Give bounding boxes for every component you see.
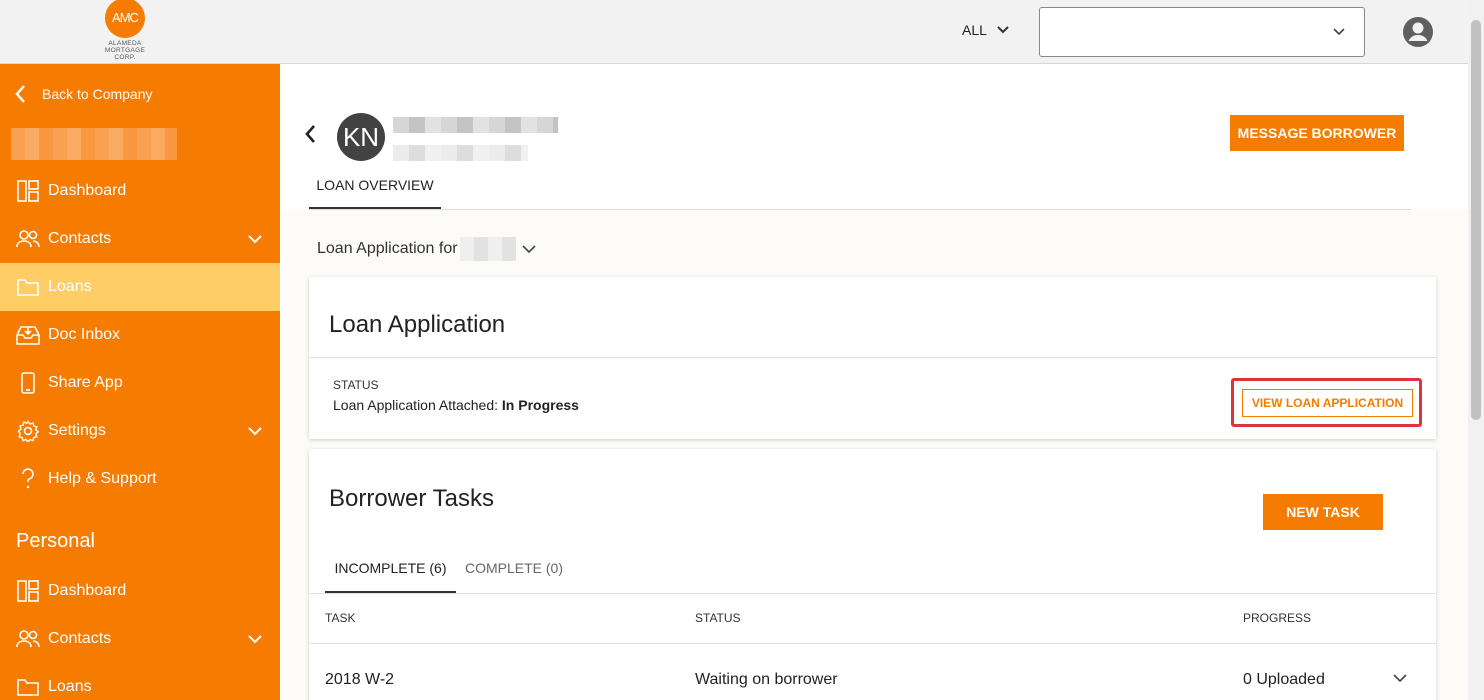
redacted-applicant-name — [459, 237, 516, 261]
company-logo[interactable]: AMC ALAMEDA MORTGAGE CORP. — [98, 0, 152, 64]
back-to-company-label: Back to Company — [42, 86, 153, 102]
sidebar-item-doc-inbox[interactable]: Doc Inbox — [0, 311, 280, 359]
chevron-down-icon — [997, 26, 1009, 34]
task-progress: 0 Uploaded — [1243, 671, 1325, 688]
sidebar: Back to Company Dashboard Contacts Loans… — [0, 64, 280, 700]
loan-application-select-label: Loan Application for — [317, 240, 458, 257]
logo-line-2: MORTGAGE — [104, 47, 146, 54]
logo-mark: AMC — [105, 0, 145, 38]
chevron-down-icon — [248, 427, 262, 436]
page-scrollbar[interactable] — [1468, 0, 1484, 700]
sidebar-item-personal-loans[interactable]: Loans — [0, 663, 280, 700]
column-header-status: STATUS — [695, 611, 741, 625]
help-icon — [16, 467, 40, 491]
new-task-button[interactable]: NEW TASK — [1263, 494, 1383, 530]
status-prefix: Loan Application Attached: — [333, 397, 499, 413]
sidebar-item-label: Dashboard — [48, 582, 127, 599]
task-name: 2018 W-2 — [325, 671, 395, 688]
loan-header: KN MESSAGE BORROWER LOAN OVERVIEW — [281, 65, 1468, 210]
personal-section-title: Personal — [16, 530, 95, 552]
status-label: STATUS — [333, 378, 379, 392]
chevron-down-icon — [521, 245, 536, 254]
sidebar-item-label: Dashboard — [48, 182, 127, 199]
sidebar-item-dashboard[interactable]: Dashboard — [0, 167, 280, 215]
back-to-company-link[interactable]: Back to Company — [14, 84, 153, 104]
contacts-icon — [16, 227, 40, 251]
company-select[interactable] — [1039, 7, 1365, 57]
tab-divider — [309, 209, 1411, 210]
sidebar-item-help-support[interactable]: Help & Support — [0, 455, 280, 503]
sidebar-item-share-app[interactable]: Share App — [0, 359, 280, 407]
dashboard-icon — [16, 579, 40, 603]
sidebar-item-loans[interactable]: Loans — [0, 263, 280, 311]
sidebar-item-settings[interactable]: Settings — [0, 407, 280, 455]
phone-icon — [16, 371, 40, 395]
loan-application-card: Loan Application STATUS Loan Application… — [309, 277, 1436, 439]
sidebar-item-label: Loans — [48, 278, 92, 295]
borrower-avatar: KN — [337, 113, 385, 161]
tab-loan-overview[interactable]: LOAN OVERVIEW — [309, 166, 441, 209]
borrower-tasks-title: Borrower Tasks — [329, 485, 494, 512]
chevron-left-icon — [15, 85, 25, 103]
scrollbar-thumb[interactable] — [1471, 20, 1481, 420]
sidebar-item-label: Contacts — [48, 230, 112, 247]
chevron-down-icon — [1333, 28, 1345, 36]
message-borrower-button[interactable]: MESSAGE BORROWER — [1230, 115, 1404, 151]
column-header-progress: PROGRESS — [1243, 611, 1312, 625]
folder-icon — [16, 675, 40, 699]
sidebar-item-personal-dashboard[interactable]: Dashboard — [0, 567, 280, 615]
status-value: In Progress — [501, 397, 579, 413]
sidebar-item-label: Loans — [48, 678, 92, 695]
account-avatar-icon[interactable] — [1402, 16, 1434, 48]
sidebar-item-label: Doc Inbox — [48, 326, 121, 343]
top-bar: AMC ALAMEDA MORTGAGE CORP. ALL — [0, 0, 1468, 64]
redacted-borrower-detail — [393, 145, 528, 161]
back-arrow-icon[interactable] — [303, 123, 317, 145]
borrower-tasks-card: Borrower Tasks NEW TASK INCOMPLETE (6) C… — [309, 449, 1436, 700]
chevron-down-icon — [248, 235, 262, 244]
sidebar-item-personal-contacts[interactable]: Contacts — [0, 615, 280, 663]
sidebar-item-label: Help & Support — [48, 470, 157, 487]
status-line: Loan Application Attached: In Progress — [333, 397, 579, 413]
highlight-annotation: VIEW LOAN APPLICATION — [1231, 378, 1422, 427]
tab-complete[interactable]: COMPLETE (0) — [459, 547, 569, 593]
tab-incomplete[interactable]: INCOMPLETE (6) — [325, 547, 456, 593]
all-filter-label: ALL — [962, 22, 987, 38]
header-row-divider — [309, 643, 1436, 644]
chevron-down-icon — [248, 635, 262, 644]
main-content: KN MESSAGE BORROWER LOAN OVERVIEW Loan A… — [281, 65, 1468, 700]
redacted-borrower-name — [393, 117, 558, 133]
loan-application-title: Loan Application — [329, 311, 506, 338]
tabs-divider — [309, 593, 1436, 594]
card-divider — [309, 357, 1436, 358]
logo-line-3: CORP. — [114, 54, 136, 61]
all-filter-dropdown[interactable]: ALL — [962, 22, 1009, 38]
task-status: Waiting on borrower — [695, 671, 838, 688]
sidebar-item-label: Settings — [48, 422, 106, 439]
column-header-task: TASK — [325, 611, 356, 625]
folder-icon — [16, 275, 40, 299]
sidebar-item-label: Contacts — [48, 630, 112, 647]
view-loan-application-button[interactable]: VIEW LOAN APPLICATION — [1242, 389, 1413, 417]
loan-application-select[interactable]: Loan Application for — [317, 237, 536, 261]
redacted-company-name — [11, 128, 177, 160]
sidebar-item-contacts[interactable]: Contacts — [0, 215, 280, 263]
sidebar-item-label: Share App — [48, 374, 123, 391]
chevron-down-icon[interactable] — [1393, 673, 1407, 683]
logo-line-1: ALAMEDA — [108, 40, 142, 47]
contacts-icon — [16, 627, 40, 651]
inbox-icon — [16, 323, 40, 347]
gear-icon — [16, 419, 40, 443]
dashboard-icon — [16, 179, 40, 203]
